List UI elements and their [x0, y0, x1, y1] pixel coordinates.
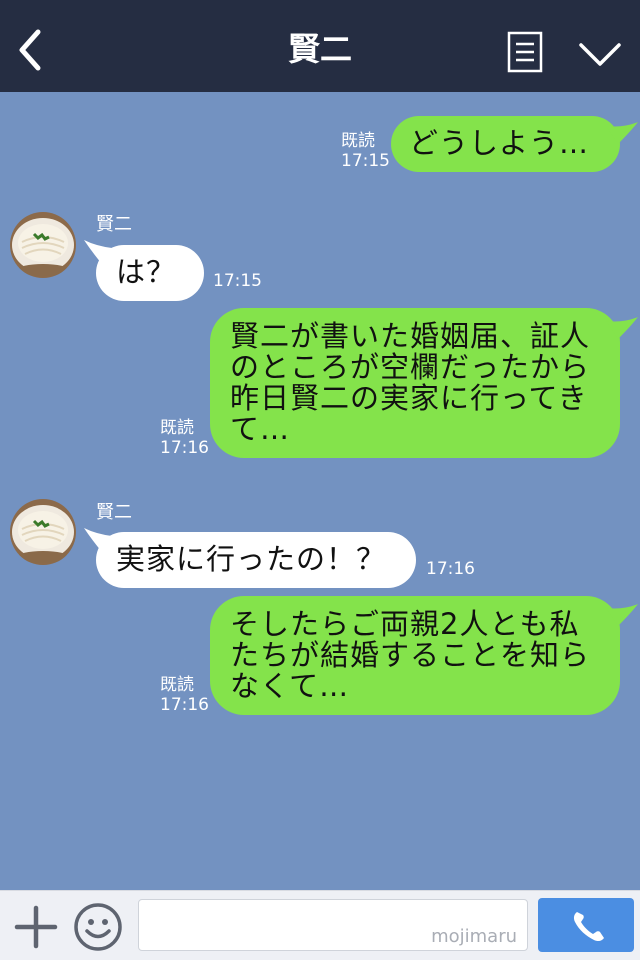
list-icon[interactable] [507, 31, 543, 73]
bubble-tail [606, 604, 638, 626]
message-input[interactable]: mojimaru [138, 899, 528, 951]
read-receipt: 既読 [160, 675, 194, 695]
chevron-left-icon[interactable] [14, 28, 46, 72]
avatar[interactable] [10, 212, 76, 278]
message-input-bar: mojimaru [0, 890, 640, 960]
outgoing-message-bubble[interactable]: 賢二が書いた婚姻届、証人 のところが空欄だったから 昨日賢二の実家に行ってき て… [210, 308, 620, 458]
incoming-message-bubble[interactable]: は？ [96, 245, 204, 301]
message-time: 17:16 [160, 438, 209, 458]
chat-title: 賢二 [287, 30, 352, 68]
message-time: 17:16 [426, 559, 475, 579]
message-line: て… [230, 412, 291, 446]
incoming-message-bubble[interactable]: 実家に行ったの！？ [96, 532, 416, 588]
read-receipt: 既読 [341, 131, 375, 151]
call-button[interactable] [538, 898, 634, 952]
outgoing-message-bubble[interactable]: そしたらご両親2人とも私 たちが結婚することを知ら なくて… [210, 596, 620, 715]
chat-area[interactable]: 既読 17:15 どうしよう… 賢二 は？ 17:15 既読 17:16 賢二が… [0, 92, 640, 890]
message-line: 実家に行ったの！？ [116, 542, 387, 576]
read-receipt: 既読 [160, 418, 194, 438]
chevron-down-icon[interactable] [578, 38, 622, 70]
phone-icon [573, 912, 604, 942]
message-time: 17:15 [213, 271, 262, 291]
udon-avatar-image [10, 212, 76, 278]
watermark-text: mojimaru [431, 926, 517, 947]
message-line: なくて… [230, 669, 350, 703]
bubble-tail [606, 122, 638, 144]
smiley-icon[interactable] [72, 901, 124, 953]
message-line: たちが結婚することを知ら [230, 638, 591, 672]
message-line: は？ [116, 255, 177, 289]
chat-header: 賢二 [0, 0, 640, 92]
message-time: 17:15 [341, 151, 390, 171]
udon-avatar-image [10, 499, 76, 565]
message-line: のところが空欄だったから [230, 350, 591, 384]
message-time: 17:16 [160, 695, 209, 715]
outgoing-message-bubble[interactable]: どうしよう… [391, 116, 620, 172]
avatar[interactable] [10, 499, 76, 565]
sender-name: 賢二 [96, 502, 132, 523]
message-line: 賢二が書いた婚姻届、証人 [230, 319, 591, 353]
sender-name: 賢二 [96, 214, 132, 235]
message-line: そしたらご両親2人とも私 [230, 607, 580, 641]
bubble-tail [606, 317, 638, 339]
message-line: どうしよう… [409, 126, 590, 160]
message-line: 昨日賢二の実家に行ってき [230, 381, 588, 415]
plus-icon[interactable] [14, 905, 58, 949]
